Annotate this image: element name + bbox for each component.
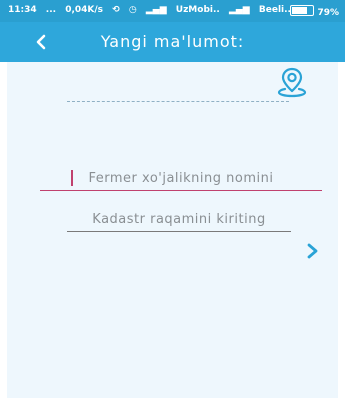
alarm-icon: ◷ <box>128 5 137 15</box>
status-left: 11:34 ... 0,04K/s ⟲ ◷ ▂▄▆ UzMobi.. ▂▄▆ B… <box>8 5 297 15</box>
form-area <box>7 62 338 398</box>
page-title: Yangi ma'lumot: <box>100 32 245 51</box>
toolbar: Yangi ma'lumot: <box>0 22 345 62</box>
sync-icon: ⟲ <box>112 5 120 15</box>
status-speed: 0,04K/s <box>65 5 104 15</box>
status-carrier2: Beeli.. <box>258 5 291 15</box>
status-battery: 79% <box>317 8 339 18</box>
map-pin-icon <box>277 67 307 98</box>
status-dots: ... <box>45 5 57 15</box>
status-bar: 11:34 ... 0,04K/s ⟲ ◷ ▂▄▆ UzMobi.. ▂▄▆ B… <box>0 0 345 22</box>
chevron-right-icon <box>307 243 318 259</box>
location-field[interactable] <box>67 101 289 102</box>
status-time: 11:34 <box>8 5 37 15</box>
next-button[interactable] <box>303 240 323 262</box>
location-button[interactable] <box>275 65 309 99</box>
signal-icon: ▂▄▆ <box>228 5 250 15</box>
kadastr-input[interactable] <box>67 207 291 232</box>
battery-fill <box>292 7 308 14</box>
signal-icon: ▂▄▆ <box>145 5 167 15</box>
status-right: 79% <box>290 5 339 18</box>
battery-icon <box>290 5 315 16</box>
status-carrier1: UzMobi.. <box>175 5 220 15</box>
farm-name-input[interactable] <box>40 166 322 191</box>
text-cursor <box>71 170 73 186</box>
